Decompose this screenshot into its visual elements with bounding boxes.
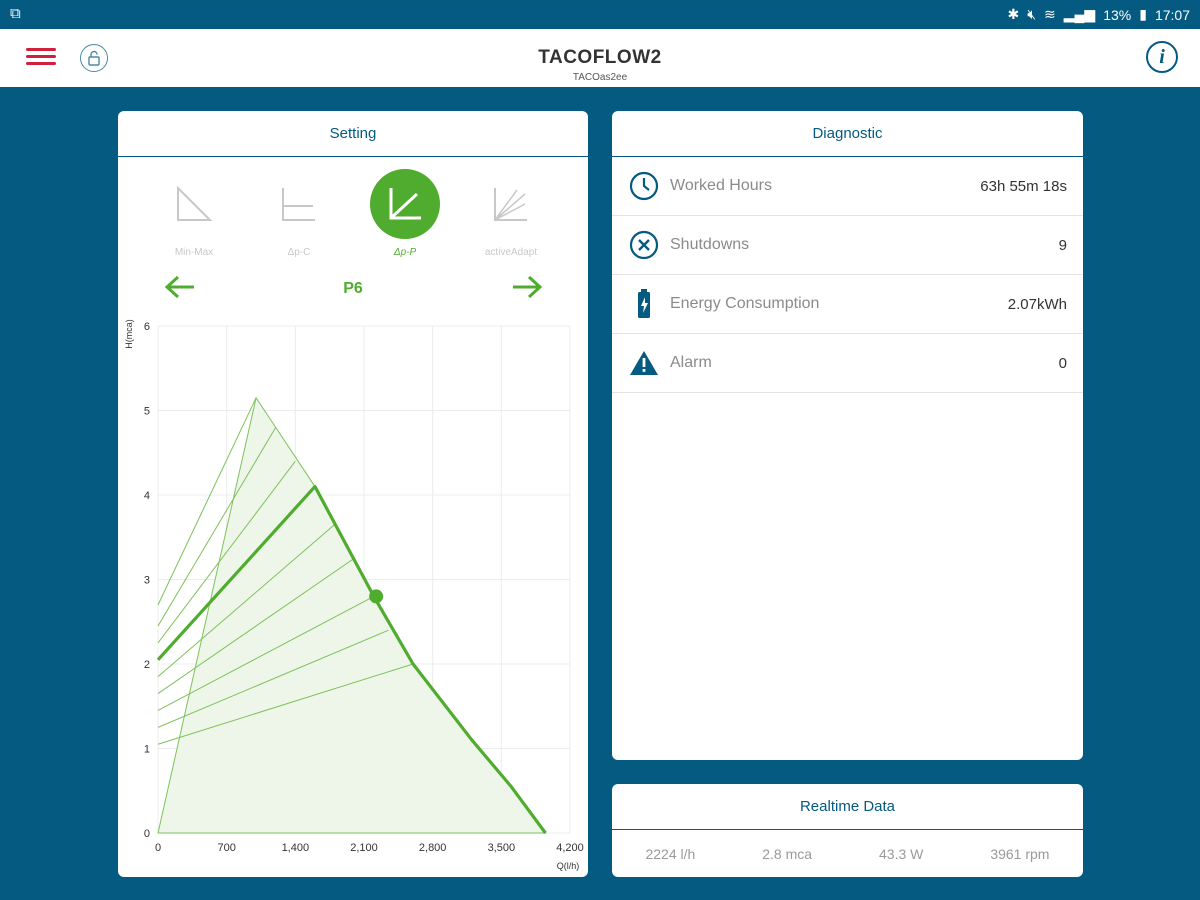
realtime-power: 43.3 W xyxy=(879,846,924,862)
diag-row-shutdowns[interactable]: Shutdowns 9 xyxy=(612,216,1083,275)
realtime-values: 2224 l/h 2.8 mca 43.3 W 3961 rpm xyxy=(612,830,1083,877)
x-tick-label: 2,800 xyxy=(419,842,447,854)
diagnostic-card: Diagnostic Worked Hours 63h 55m 18s Shut… xyxy=(612,111,1083,760)
operating-area xyxy=(157,396,547,834)
dp-c-icon xyxy=(264,169,334,239)
y-tick-label: 1 xyxy=(144,744,150,756)
diag-value: 2.07kWh xyxy=(1007,295,1067,313)
arrow-right-icon xyxy=(513,275,543,299)
x-tick-label: 0 xyxy=(155,842,161,854)
diag-label: Shutdowns xyxy=(670,236,750,253)
screenshot-icon: ⧉ xyxy=(10,5,21,22)
battery-icon xyxy=(628,288,660,320)
mode-label: activeAdapt xyxy=(484,247,538,258)
mode-active-adapt[interactable]: activeAdapt xyxy=(466,169,556,258)
status-bar: ⧉ ✱ 🔇︎ ≋ ▂▄▆ 13% ▮ 17:07 xyxy=(0,0,1200,29)
active-adapt-icon xyxy=(476,169,546,239)
y-tick-label: 2 xyxy=(144,659,150,671)
next-preset-button[interactable] xyxy=(511,274,543,305)
battery-icon-status: ▮ xyxy=(1139,6,1147,22)
preset-navigator: P6 xyxy=(118,274,588,304)
signal-icon: ▂▄▆ xyxy=(1063,6,1096,22)
diagnostic-header: Diagnostic xyxy=(612,111,1083,157)
realtime-header: Realtime Data xyxy=(612,784,1083,830)
diag-row-alarm[interactable]: Alarm 0 xyxy=(612,334,1083,393)
x-tick-label: 1,400 xyxy=(282,842,310,854)
diag-label: Alarm xyxy=(670,354,712,371)
x-tick-label: 700 xyxy=(217,842,235,854)
clock-icon xyxy=(628,170,660,202)
realtime-card: Realtime Data 2224 l/h 2.8 mca 43.3 W 39… xyxy=(612,784,1083,877)
info-button[interactable]: i xyxy=(1146,41,1178,73)
app-bar: TACOFLOW2 TACOas2ee i xyxy=(0,29,1200,87)
diag-row-worked-hours[interactable]: Worked Hours 63h 55m 18s xyxy=(612,157,1083,216)
y-tick-label: 4 xyxy=(144,490,150,502)
close-circle-icon xyxy=(628,229,660,261)
x-axis-label: Q(l/h) xyxy=(557,861,580,871)
info-icon: i xyxy=(1159,45,1165,68)
mode-min-max[interactable]: Min-Max xyxy=(149,169,239,258)
diag-value: 63h 55m 18s xyxy=(980,177,1067,195)
setting-header: Setting xyxy=(118,111,588,157)
diag-value: 9 xyxy=(1058,236,1067,254)
dp-p-icon xyxy=(370,169,440,239)
mode-label: Δp-P xyxy=(393,247,417,258)
y-tick-label: 5 xyxy=(144,406,150,418)
x-tick-label: 4,200 xyxy=(556,842,584,854)
y-tick-label: 3 xyxy=(144,575,150,587)
clock-time: 17:07 xyxy=(1154,6,1190,23)
wifi-icon: ≋ xyxy=(1044,6,1056,22)
pump-curve-chart[interactable]: 0 700 1,400 2,100 2,800 3,500 4,200 0 1 2 3 4 5 6 H(mc… xyxy=(118,311,588,877)
y-tick-label: 0 xyxy=(144,828,150,840)
x-tick-label: 3,500 xyxy=(488,842,516,854)
y-tick-label: 6 xyxy=(144,321,150,333)
warning-icon xyxy=(628,347,660,379)
diag-value: 0 xyxy=(1058,354,1067,372)
app-title: TACOFLOW2 xyxy=(538,47,662,68)
setting-card: Setting Min-Max Δp-C Δp-P activeAdapt P6… xyxy=(118,111,588,877)
battery-percent: 13% xyxy=(1103,6,1132,23)
diag-label: Worked Hours xyxy=(670,177,772,194)
min-max-icon xyxy=(159,169,229,239)
realtime-head: 2.8 mca xyxy=(762,846,813,862)
realtime-speed: 3961 rpm xyxy=(990,846,1050,862)
bluetooth-icon: ✱ xyxy=(1007,6,1020,22)
diag-row-energy[interactable]: Energy Consumption 2.07kWh xyxy=(612,275,1083,334)
x-tick-label: 2,100 xyxy=(350,842,378,854)
operating-point-marker xyxy=(369,589,384,604)
mode-dp-c[interactable]: Δp-C xyxy=(254,169,344,258)
realtime-flow: 2224 l/h xyxy=(645,846,696,862)
mode-label: Min-Max xyxy=(174,247,214,258)
device-id: TACOas2ee xyxy=(572,72,628,83)
mute-icon: 🔇︎ xyxy=(1027,6,1037,22)
y-axis-label: H(mca) xyxy=(124,319,134,349)
mode-dp-p[interactable]: Δp-P xyxy=(360,169,450,258)
diag-label: Energy Consumption xyxy=(670,295,820,312)
mode-selector: Min-Max Δp-C Δp-P activeAdapt xyxy=(118,169,588,264)
mode-label: Δp-C xyxy=(287,247,311,258)
